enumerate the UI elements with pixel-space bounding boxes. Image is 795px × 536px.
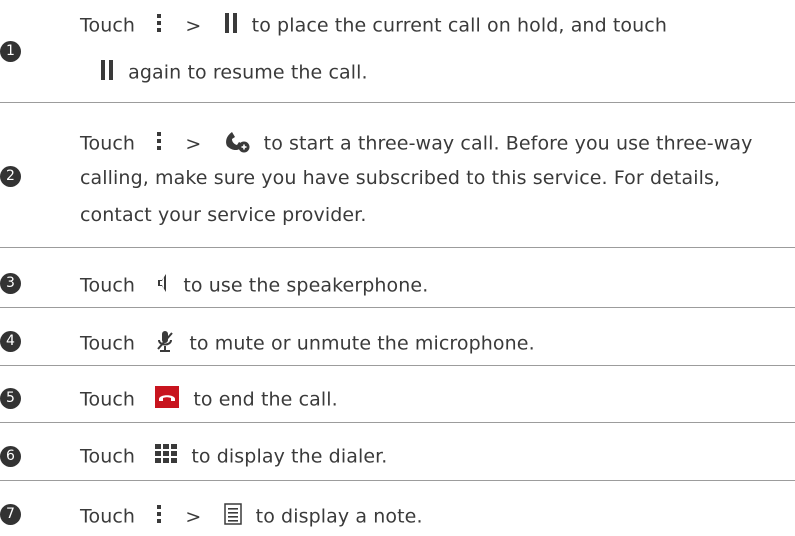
step-1-line-2: again to resume the call. xyxy=(100,58,368,88)
more-vertical-icon xyxy=(155,11,163,41)
step-number-7: 7 xyxy=(0,504,21,525)
step-3-touch-label: Touch xyxy=(80,274,136,297)
step-4-touch-label: Touch xyxy=(80,332,136,355)
step-1-line-1: Touch > to place the current call on hol… xyxy=(80,11,667,41)
step-6-touch-label: Touch xyxy=(80,445,136,468)
more-vertical-icon xyxy=(155,502,163,532)
step-7-touch-label: Touch xyxy=(80,505,136,528)
step-2-separator: > xyxy=(185,132,202,155)
pause-icon xyxy=(100,58,114,88)
step-2-touch-label: Touch xyxy=(80,132,136,155)
step-number-1: 1 xyxy=(0,41,21,62)
step-6-line: Touch to display the dialer. xyxy=(80,444,387,470)
divider xyxy=(0,307,795,308)
divider xyxy=(0,422,795,423)
step-3-text: to use the speakerphone. xyxy=(183,274,429,297)
step-5-touch-label: Touch xyxy=(80,388,136,411)
more-vertical-icon xyxy=(155,129,163,159)
speaker-icon xyxy=(155,271,169,301)
step-2-line-1: Touch > to start a three-way call. Befor… xyxy=(80,129,752,159)
step-2-line-3: contact your service provider. xyxy=(80,204,367,226)
step-2-line-2: calling, make sure you have subscribed t… xyxy=(80,167,721,189)
divider xyxy=(0,365,795,366)
step-4-line: Touch to mute or unmute the microphone. xyxy=(80,329,535,359)
step-3-line: Touch to use the speakerphone. xyxy=(80,271,428,301)
note-icon xyxy=(223,503,242,531)
divider xyxy=(0,480,795,481)
end-call-icon xyxy=(155,386,180,414)
step-5-line: Touch to end the call. xyxy=(80,386,338,414)
step-2-text-1: to start a three-way call. Before you us… xyxy=(263,132,753,155)
step-1-separator: > xyxy=(185,14,202,37)
divider xyxy=(0,247,795,248)
step-number-5: 5 xyxy=(0,388,21,409)
step-4-text: to mute or unmute the microphone. xyxy=(189,332,535,355)
step-number-6: 6 xyxy=(0,446,21,467)
step-7-separator: > xyxy=(185,505,202,528)
microphone-mute-icon xyxy=(155,329,175,359)
add-call-icon xyxy=(224,129,250,159)
step-1-text-1: to place the current call on hold, and t… xyxy=(251,14,667,37)
instruction-page: 1 Touch > to place the current call on h… xyxy=(0,0,795,536)
step-6-text: to display the dialer. xyxy=(191,445,388,468)
pause-icon xyxy=(224,11,238,41)
step-7-line: Touch > to display a note. xyxy=(80,502,423,532)
divider xyxy=(0,102,795,103)
dialpad-icon xyxy=(155,444,178,470)
step-5-text: to end the call. xyxy=(193,388,338,411)
step-1-touch-label: Touch xyxy=(80,14,136,37)
step-number-4: 4 xyxy=(0,331,21,352)
step-number-3: 3 xyxy=(0,273,21,294)
step-1-text-2: again to resume the call. xyxy=(128,61,368,84)
step-7-text: to display a note. xyxy=(255,505,423,528)
step-number-2: 2 xyxy=(0,166,21,187)
